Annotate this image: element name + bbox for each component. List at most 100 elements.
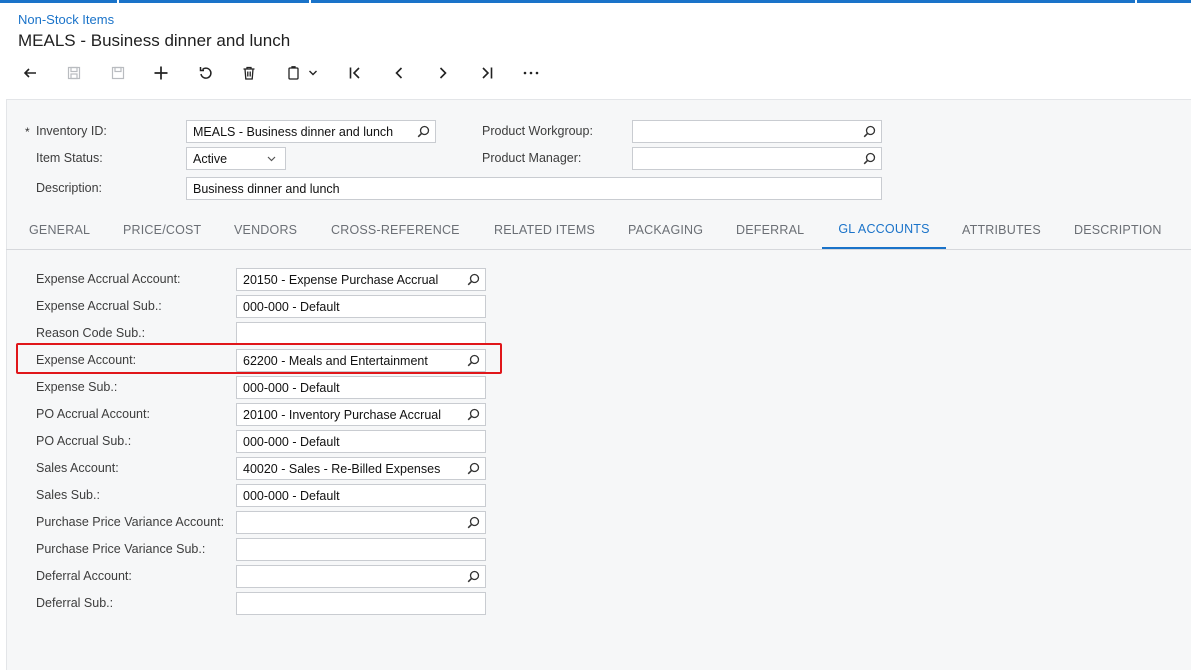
first-record-icon <box>349 67 360 79</box>
po-accrual-account-label: PO Accrual Account: <box>36 407 150 421</box>
previous-record-button[interactable] <box>387 61 411 85</box>
delete-button[interactable] <box>237 61 261 85</box>
description-label: Description: <box>36 181 102 195</box>
next-record-icon <box>439 67 447 79</box>
save-button[interactable] <box>106 61 130 85</box>
ppv-sub-field[interactable] <box>236 538 486 561</box>
chevron-down-icon <box>267 156 276 162</box>
save-icon <box>111 66 125 80</box>
breadcrumb[interactable]: Non-Stock Items <box>18 12 114 27</box>
product-manager-field[interactable] <box>632 147 882 170</box>
product-workgroup-label: Product Workgroup: <box>482 124 593 138</box>
expense-sub-field[interactable]: 000-000 - Default <box>236 376 486 399</box>
back-button[interactable] <box>18 61 42 85</box>
deferral-account-label: Deferral Account: <box>36 569 132 583</box>
add-button[interactable] <box>149 61 173 85</box>
top-bar-divider <box>309 0 311 3</box>
po-accrual-sub-field[interactable]: 000-000 - Default <box>236 430 486 453</box>
expense-account-label: Expense Account: <box>36 353 137 367</box>
expense-accrual-account-field[interactable]: 20150 - Expense Purchase Accrual <box>236 268 486 291</box>
top-bar-divider <box>1135 0 1137 3</box>
tab-cross-reference[interactable]: CROSS-REFERENCE <box>331 211 460 248</box>
search-icon[interactable] <box>467 273 480 286</box>
search-icon[interactable] <box>467 462 480 475</box>
tab-general[interactable]: GENERAL <box>29 211 90 248</box>
tab-vendors[interactable]: VENDORS <box>234 211 297 248</box>
save-close-button[interactable] <box>62 61 86 85</box>
top-bar-divider <box>117 0 119 3</box>
next-record-button[interactable] <box>431 61 455 85</box>
last-record-button[interactable] <box>475 61 499 85</box>
last-record-icon <box>482 67 493 79</box>
po-accrual-sub-label: PO Accrual Sub.: <box>36 434 132 448</box>
sales-sub-label: Sales Sub.: <box>36 488 100 502</box>
expense-accrual-sub-field[interactable]: 000-000 - Default <box>236 295 486 318</box>
expense-accrual-sub-value: 000-000 - Default <box>243 300 340 314</box>
more-icon <box>523 71 539 75</box>
save-close-icon <box>67 66 81 80</box>
inventory-id-value: MEALS - Business dinner and lunch <box>193 125 394 139</box>
search-icon[interactable] <box>863 152 876 165</box>
inventory-id-field[interactable]: MEALS - Business dinner and lunch <box>186 120 436 143</box>
tab-related-items[interactable]: RELATED ITEMS <box>494 211 595 248</box>
tab-price-cost[interactable]: PRICE/COST <box>123 211 201 248</box>
first-record-button[interactable] <box>343 61 367 85</box>
inventory-id-label: Inventory ID: <box>36 124 107 138</box>
expense-sub-value: 000-000 - Default <box>243 381 340 395</box>
undo-icon <box>199 67 212 79</box>
expense-accrual-account-value: 20150 - Expense Purchase Accrual <box>243 273 439 287</box>
sales-account-field[interactable]: 40020 - Sales - Re-Billed Expenses <box>236 457 486 480</box>
sales-account-value: 40020 - Sales - Re-Billed Expenses <box>243 462 441 476</box>
more-actions-button[interactable] <box>519 61 543 85</box>
tab-bar: GENERAL PRICE/COST VENDORS CROSS-REFEREN… <box>6 211 1191 250</box>
sales-sub-value: 000-000 - Default <box>243 489 340 503</box>
undo-button[interactable] <box>193 61 217 85</box>
tab-deferral[interactable]: DEFERRAL <box>736 211 804 248</box>
search-icon[interactable] <box>467 408 480 421</box>
deferral-sub-label: Deferral Sub.: <box>36 596 114 610</box>
description-value: Business dinner and lunch <box>193 182 340 196</box>
chevron-down-icon <box>309 70 317 76</box>
deferral-sub-field[interactable] <box>236 592 486 615</box>
item-status-select[interactable]: Active <box>186 147 286 170</box>
po-accrual-account-value: 20100 - Inventory Purchase Accrual <box>243 408 442 422</box>
ppv-account-label: Purchase Price Variance Account: <box>36 515 225 529</box>
clipboard-dropdown-button[interactable] <box>282 61 322 85</box>
expense-account-value: 62200 - Meals and Entertainment <box>243 354 428 368</box>
search-icon[interactable] <box>467 570 480 583</box>
tab-description[interactable]: DESCRIPTION <box>1074 211 1162 248</box>
search-icon[interactable] <box>417 125 430 138</box>
previous-record-icon <box>395 67 403 79</box>
ppv-account-field[interactable] <box>236 511 486 534</box>
expense-sub-label: Expense Sub.: <box>36 380 118 394</box>
search-icon[interactable] <box>863 125 876 138</box>
po-accrual-account-field[interactable]: 20100 - Inventory Purchase Accrual <box>236 403 486 426</box>
tab-attributes[interactable]: ATTRIBUTES <box>962 211 1041 248</box>
item-status-value: Active <box>193 152 228 166</box>
ppv-sub-label: Purchase Price Variance Sub.: <box>36 542 206 556</box>
trash-icon <box>243 66 255 80</box>
tab-gl-accounts[interactable]: GL ACCOUNTS <box>822 211 946 249</box>
po-accrual-sub-value: 000-000 - Default <box>243 435 340 449</box>
reason-code-sub-label: Reason Code Sub.: <box>36 326 146 340</box>
search-icon[interactable] <box>467 516 480 529</box>
sales-account-label: Sales Account: <box>36 461 119 475</box>
search-icon[interactable] <box>467 354 480 367</box>
expense-account-field[interactable]: 62200 - Meals and Entertainment <box>236 349 486 372</box>
reason-code-sub-field[interactable] <box>236 322 486 345</box>
product-workgroup-field[interactable] <box>632 120 882 143</box>
item-status-label: Item Status: <box>36 151 103 165</box>
expense-accrual-sub-label: Expense Accrual Sub.: <box>36 299 162 313</box>
back-arrow-icon <box>23 68 36 78</box>
description-field[interactable]: Business dinner and lunch <box>186 177 882 200</box>
deferral-account-field[interactable] <box>236 565 486 588</box>
copy-paste-icon <box>288 66 299 80</box>
plus-icon <box>154 66 168 80</box>
sales-sub-field[interactable]: 000-000 - Default <box>236 484 486 507</box>
tab-packaging[interactable]: PACKAGING <box>628 211 703 248</box>
product-manager-label: Product Manager: <box>482 151 582 165</box>
top-accent-bar <box>0 0 1191 3</box>
required-marker: * <box>25 125 30 139</box>
expense-accrual-account-label: Expense Accrual Account: <box>36 272 181 286</box>
page-title: MEALS - Business dinner and lunch <box>18 31 291 50</box>
